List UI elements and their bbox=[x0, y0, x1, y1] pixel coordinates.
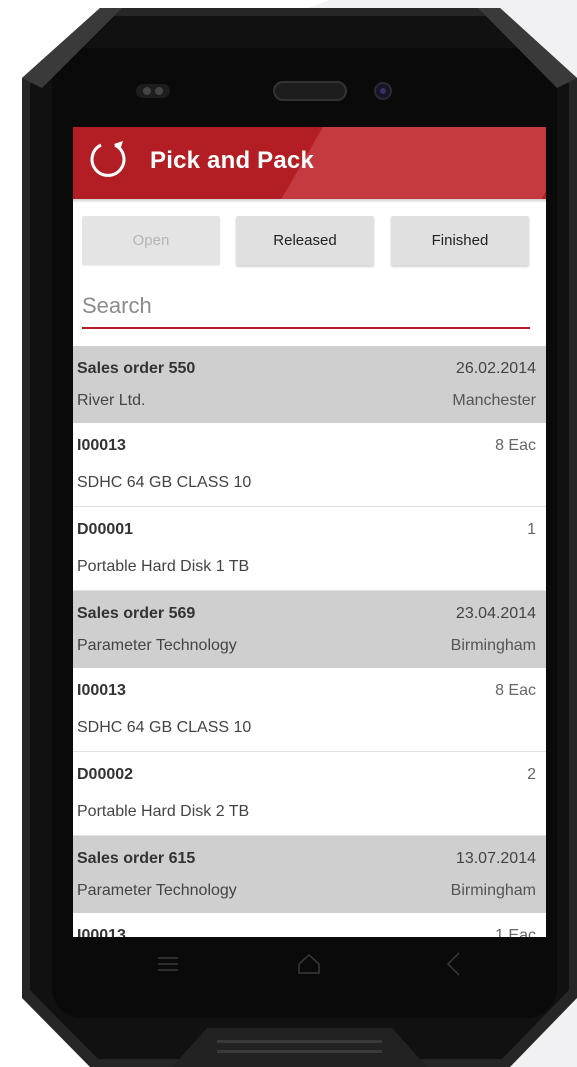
item-quantity: 1 bbox=[527, 521, 536, 538]
item-quantity: 8 Eac bbox=[495, 437, 536, 454]
order-city: Birmingham bbox=[450, 882, 536, 899]
order-city: Birmingham bbox=[450, 637, 536, 654]
page-title: Pick and Pack bbox=[150, 147, 315, 174]
app-screen: Pick and Pack Open Released Finished Sal… bbox=[73, 127, 546, 937]
item-quantity: 2 bbox=[527, 766, 536, 783]
status-tabs: Open Released Finished bbox=[73, 216, 546, 266]
order-title: Sales order 550 bbox=[77, 360, 196, 377]
item-code: I00013 bbox=[77, 682, 126, 699]
item-description: SDHC 64 GB CLASS 10 bbox=[77, 719, 252, 736]
item-description: Portable Hard Disk 2 TB bbox=[77, 803, 250, 820]
tab-finished[interactable]: Finished bbox=[391, 216, 529, 265]
order-header-row[interactable]: Sales order 550 26.02.2014 River Ltd. Ma… bbox=[73, 346, 546, 423]
order-customer: Parameter Technology bbox=[77, 637, 237, 654]
order-title: Sales order 569 bbox=[77, 605, 196, 622]
app-bar: Pick and Pack bbox=[73, 127, 546, 199]
order-date: 26.02.2014 bbox=[455, 360, 536, 377]
item-description: SDHC 64 GB CLASS 10 bbox=[77, 474, 252, 491]
home-icon[interactable] bbox=[294, 949, 324, 979]
item-code: I00013 bbox=[77, 437, 126, 454]
order-item-row[interactable]: D00002 2 Portable Hard Disk 2 TB bbox=[73, 752, 546, 836]
search-field[interactable] bbox=[82, 291, 530, 329]
order-title: Sales order 615 bbox=[77, 850, 196, 867]
tab-open[interactable]: Open bbox=[82, 216, 220, 265]
order-header-row[interactable]: Sales order 569 23.04.2014 Parameter Tec… bbox=[73, 591, 546, 668]
order-date: 23.04.2014 bbox=[455, 605, 536, 622]
item-description: Portable Hard Disk 1 TB bbox=[77, 558, 250, 575]
app-logo-icon bbox=[90, 141, 126, 177]
item-quantity: 8 Eac bbox=[495, 682, 536, 699]
order-city: Manchester bbox=[452, 392, 536, 409]
order-item-row[interactable]: I00013 8 Eac SDHC 64 GB CLASS 10 bbox=[73, 423, 546, 507]
item-code: D00002 bbox=[77, 766, 134, 783]
search-input[interactable] bbox=[82, 291, 522, 319]
item-quantity: 1 Eac bbox=[495, 927, 536, 937]
tab-released[interactable]: Released bbox=[236, 216, 374, 265]
back-icon[interactable] bbox=[439, 949, 469, 979]
navigation-bar bbox=[73, 937, 546, 989]
item-code: I00013 bbox=[77, 927, 126, 937]
order-date: 13.07.2014 bbox=[455, 850, 536, 867]
order-item-row[interactable]: I00013 1 Eac bbox=[73, 913, 546, 937]
order-customer: River Ltd. bbox=[77, 392, 146, 409]
item-code: D00001 bbox=[77, 521, 134, 538]
order-header-row[interactable]: Sales order 615 13.07.2014 Parameter Tec… bbox=[73, 836, 546, 913]
order-customer: Parameter Technology bbox=[77, 882, 237, 899]
menu-icon[interactable] bbox=[153, 949, 183, 979]
order-item-row[interactable]: I00013 8 Eac SDHC 64 GB CLASS 10 bbox=[73, 668, 546, 752]
order-item-row[interactable]: D00001 1 Portable Hard Disk 1 TB bbox=[73, 507, 546, 591]
order-list: Sales order 550 26.02.2014 River Ltd. Ma… bbox=[73, 346, 546, 937]
